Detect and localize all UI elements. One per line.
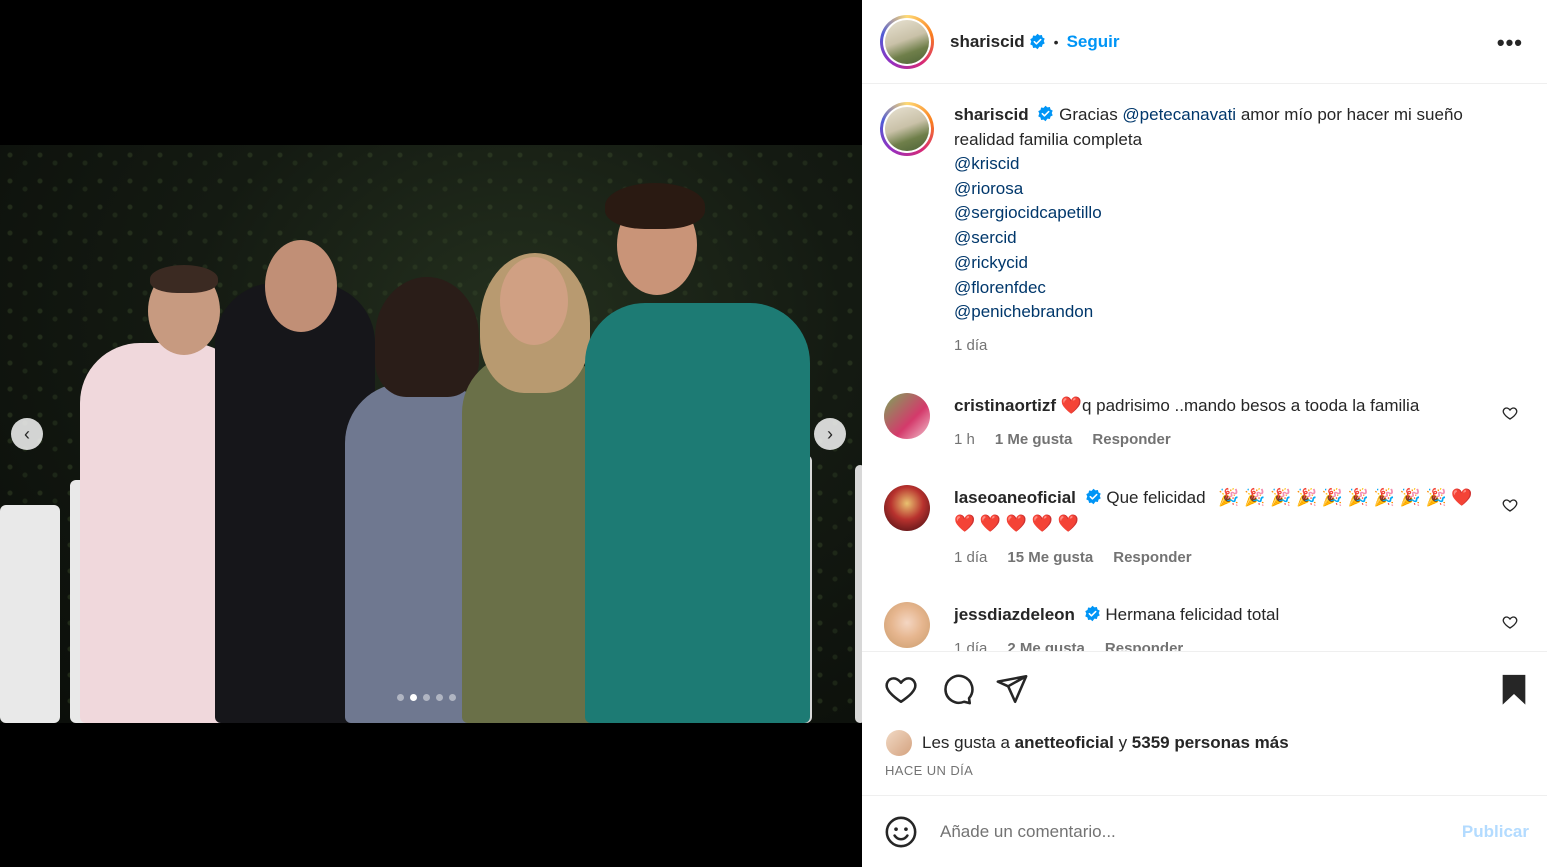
carousel-dot [423,694,430,701]
verified-badge-icon [1029,33,1046,50]
comment-likes[interactable]: 15 Me gusta [1007,545,1093,571]
comments-section[interactable]: shariscid Gracias @petecanavati amor mío… [862,85,1547,651]
verified-badge-icon [1037,105,1054,122]
person-5 [585,303,810,723]
comment-time[interactable]: 1 día [954,545,987,571]
caption-text-before: Gracias [1059,105,1123,124]
carousel-dot [436,694,443,701]
caption-mention-main[interactable]: @petecanavati [1122,105,1236,124]
post-media: ‹ › [0,0,862,867]
comment-text: Hermana felicidad total [1105,605,1280,624]
chevron-right-icon: › [827,423,833,444]
likes-summary: Les gusta a anetteoficial y 5359 persona… [886,730,1289,756]
post-photo [0,145,862,723]
reply-button[interactable]: Responder [1105,636,1183,651]
comment-composer: Publicar [862,797,1547,867]
chevron-left-icon: ‹ [24,423,30,444]
caption-mention[interactable]: @sergiocidcapetillo [954,201,1514,226]
heart-emojis: ❤️ ❤️ ❤️ ❤️ ❤️ [954,514,1079,533]
reply-button[interactable]: Responder [1092,427,1170,453]
comment-input[interactable] [940,819,1440,845]
caption-timestamp[interactable]: 1 día [954,333,1514,358]
post-panel: shariscid • Seguir ••• shariscid Gracias… [862,0,1547,867]
comment-likes[interactable]: 2 Me gusta [1007,636,1085,651]
caption-avatar[interactable] [880,102,934,156]
post-caption: shariscid Gracias @petecanavati amor mío… [880,102,1520,358]
marquee-letter-left [0,505,60,723]
comment-item: jessdiazdeleon Hermana felicidad total 1… [884,602,1534,651]
more-options-icon[interactable]: ••• [1497,30,1523,56]
comment-text: q padrisimo ..mando besos a tooda la fam… [1081,396,1420,415]
author-avatar[interactable] [880,14,934,69]
follow-button[interactable]: Seguir [1067,32,1120,52]
commenter-username[interactable]: cristinaortizf [954,396,1056,415]
liker-username[interactable]: anetteoficial [1015,733,1114,753]
emoji-smiley-icon[interactable] [884,815,918,849]
comment-bubble-icon[interactable] [940,672,974,706]
caption-mention[interactable]: @florenfdec [954,276,1514,301]
carousel-next-button[interactable]: › [814,418,846,450]
reply-button[interactable]: Responder [1113,545,1191,571]
verified-badge-icon [1085,488,1102,505]
caption-mention[interactable]: @sercid [954,226,1514,251]
author-username[interactable]: shariscid [950,32,1025,52]
like-heart-icon[interactable] [884,672,918,706]
publish-button[interactable]: Publicar [1462,822,1529,842]
caption-mention[interactable]: @kriscid [954,152,1514,177]
like-comment-icon[interactable] [1502,614,1518,630]
verified-badge-icon [1084,605,1101,622]
caption-mention[interactable]: @penichebrandon [954,300,1514,325]
party-emojis: 🎉 🎉 🎉 🎉 🎉 🎉 🎉 🎉 🎉 ❤️ [1218,488,1473,507]
caption-mention[interactable]: @rickycid [954,251,1514,276]
carousel-dot [410,694,417,701]
commenter-avatar[interactable] [884,602,930,648]
liker-avatar[interactable] [886,730,912,756]
comment-likes[interactable]: 1 Me gusta [995,427,1073,453]
commenter-avatar[interactable] [884,393,930,439]
others-likes-link[interactable]: 5359 personas más [1132,733,1289,753]
commenter-avatar[interactable] [884,485,930,531]
post-actions: Les gusta a anetteoficial y 5359 persona… [862,651,1547,796]
caption-mention[interactable]: @riorosa [954,177,1514,202]
carousel-prev-button[interactable]: ‹ [11,418,43,450]
carousel-dot [449,694,456,701]
commenter-username[interactable]: jessdiazdeleon [954,605,1075,624]
share-send-icon[interactable] [995,672,1029,706]
comment-time[interactable]: 1 h [954,427,975,453]
carousel-dots [397,694,456,701]
commenter-username[interactable]: laseoaneoficial [954,488,1076,507]
carousel-dot [397,694,404,701]
caption-mentions-list: @kriscid @riorosa @sergiocidcapetillo @s… [954,152,1514,325]
post-header: shariscid • Seguir ••• [862,0,1547,84]
like-comment-icon[interactable] [1502,405,1518,421]
comment-text: Que felicidad [1106,488,1206,507]
comment-item: laseoaneoficial Que felicidad 🎉 🎉 🎉 🎉 🎉 … [884,485,1534,571]
bookmark-filled-icon[interactable] [1497,672,1531,706]
post-date[interactable]: HACE UN DÍA [885,763,973,778]
heart-emoji: ❤️ [1060,396,1082,415]
caption-username[interactable]: shariscid [954,105,1029,124]
comment-item: cristinaortizf ❤️q padrisimo ..mando bes… [884,393,1534,453]
comment-time[interactable]: 1 día [954,636,987,651]
like-comment-icon[interactable] [1502,497,1518,513]
